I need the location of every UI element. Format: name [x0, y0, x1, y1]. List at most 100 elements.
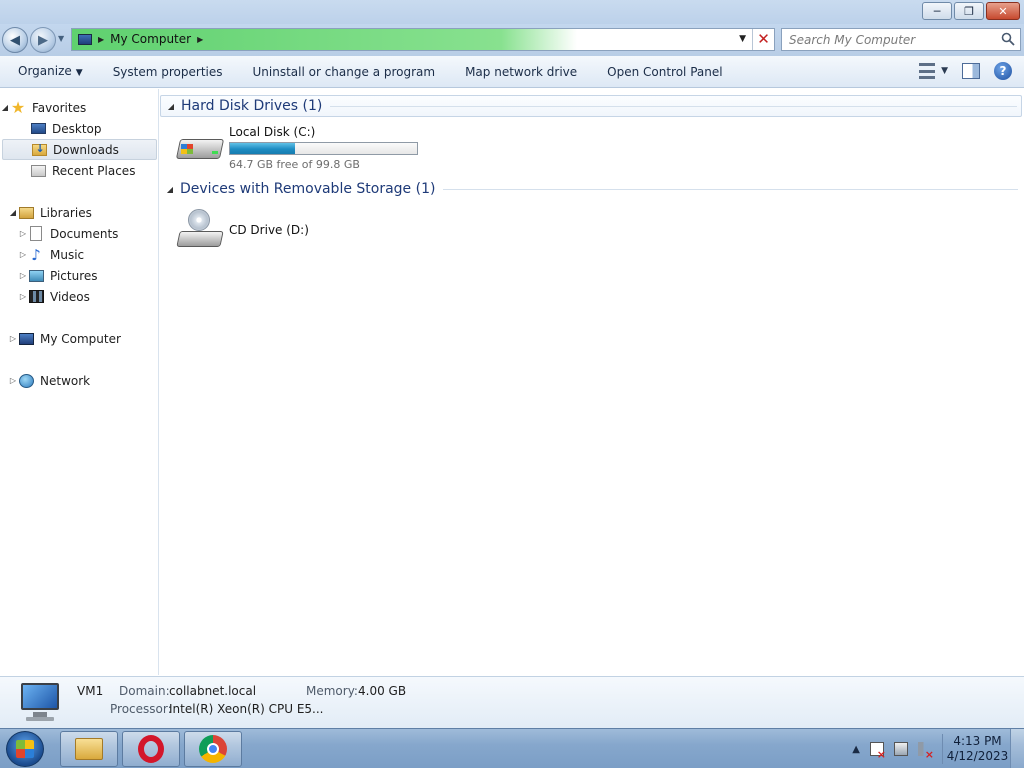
drive-name: Local Disk (C:) — [229, 125, 316, 139]
sidebar-item-my-computer[interactable]: ▷ My Computer — [0, 328, 157, 349]
search-input[interactable] — [782, 29, 992, 50]
system-tray: ▲ 4:13 PM 4/12/2023 — [852, 729, 1024, 768]
map-network-drive-button[interactable]: Map network drive — [450, 56, 592, 88]
expand-arrow-icon[interactable]: ◢ — [0, 103, 10, 112]
file-list: ◢ Hard Disk Drives (1) Local Disk (C:) 6… — [160, 89, 1024, 675]
back-arrow-icon: ◀ — [10, 32, 20, 48]
collapse-group-icon[interactable]: ◢ — [160, 185, 180, 194]
volume-muted-icon[interactable] — [918, 742, 934, 761]
sidebar-item-label: Libraries — [40, 205, 92, 220]
collapse-arrow-icon[interactable]: ▷ — [18, 229, 28, 238]
memory-value: 4.00 GB — [358, 684, 407, 698]
expand-arrow-icon[interactable]: ◢ — [8, 208, 18, 217]
taskbar-windows-explorer[interactable] — [60, 731, 118, 767]
hard-drive-icon — [175, 125, 225, 165]
address-bar[interactable]: ▶ My Computer ▶ ▼ ✕ — [71, 28, 775, 51]
sidebar-item-videos[interactable]: ▷ Videos — [0, 286, 157, 307]
group-header-hard-disk-drives[interactable]: ◢ Hard Disk Drives (1) — [160, 95, 1022, 117]
collapse-arrow-icon[interactable]: ▷ — [8, 376, 18, 385]
sidebar-item-recent-places[interactable]: Recent Places — [0, 160, 157, 181]
search-icon[interactable] — [1001, 32, 1015, 46]
taskbar: ▲ 4:13 PM 4/12/2023 — [0, 728, 1024, 768]
libraries-icon — [18, 205, 34, 221]
domain-label: Domain: — [119, 684, 170, 698]
show-hidden-icons-button[interactable]: ▲ — [852, 744, 860, 755]
chevron-down-icon: ▼ — [75, 67, 83, 78]
sidebar-item-label: Videos — [50, 289, 90, 304]
group-label: Devices with Removable Storage (1) — [180, 181, 436, 197]
collapse-arrow-icon[interactable]: ▷ — [18, 250, 28, 259]
opera-icon — [138, 735, 164, 763]
sidebar-item-label: Favorites — [32, 100, 87, 115]
chevron-down-icon: ▼ — [941, 66, 948, 76]
minimize-button[interactable]: ─ — [922, 2, 952, 20]
open-control-panel-button[interactable]: Open Control Panel — [592, 56, 737, 88]
clock-time: 4:13 PM — [953, 734, 1002, 748]
organize-label: Organize — [18, 63, 72, 78]
sidebar-item-label: Network — [40, 373, 91, 388]
close-button[interactable]: ✕ — [986, 2, 1020, 20]
group-header-removable-storage[interactable]: ◢ Devices with Removable Storage (1) — [160, 178, 1022, 200]
star-icon: ★ — [10, 97, 26, 117]
breadcrumb-my-computer[interactable]: My Computer — [110, 32, 191, 46]
forward-button[interactable]: ▶ — [30, 27, 56, 53]
computer-icon — [78, 33, 92, 45]
clock-date: 4/12/2023 — [946, 749, 1009, 763]
sidebar-item-downloads[interactable]: Downloads — [2, 139, 157, 160]
sidebar-item-label: Recent Places — [52, 163, 136, 178]
sidebar-item-network[interactable]: ▷ Network — [0, 370, 157, 391]
address-dropdown-icon[interactable]: ▼ — [739, 34, 746, 44]
start-button[interactable] — [6, 731, 44, 767]
change-view-button[interactable]: ▼ — [919, 63, 948, 79]
computer-name: VM1 — [77, 684, 104, 698]
drive-item-cd-drive-d[interactable]: CD Drive (D:) — [176, 209, 309, 249]
show-desktop-button[interactable] — [1010, 729, 1024, 768]
collapse-arrow-icon[interactable]: ▷ — [18, 292, 28, 301]
computer-monitor-icon — [18, 683, 62, 723]
action-center-icon[interactable] — [870, 742, 886, 761]
uninstall-program-button[interactable]: Uninstall or change a program — [238, 56, 451, 88]
sidebar-item-label: Downloads — [53, 142, 119, 157]
collapse-group-icon[interactable]: ◢ — [161, 102, 181, 111]
drive-info: CD Drive (D:) — [229, 209, 309, 237]
taskbar-chrome[interactable] — [184, 731, 242, 767]
organize-button[interactable]: Organize ▼ — [0, 55, 98, 89]
back-button[interactable]: ◀ — [2, 27, 28, 53]
clock[interactable]: 4:13 PM 4/12/2023 — [942, 734, 1010, 764]
desktop-icon — [30, 121, 46, 137]
folder-icon — [75, 738, 103, 760]
sidebar-item-desktop[interactable]: Desktop — [0, 118, 157, 139]
taskbar-opera[interactable] — [122, 731, 180, 767]
maximize-button[interactable]: ❐ — [954, 2, 984, 20]
view-controls: ▼ ? — [919, 62, 1012, 80]
sidebar-item-label: Documents — [50, 226, 119, 241]
breadcrumb-arrow-icon[interactable]: ▶ — [197, 35, 203, 44]
sidebar-item-documents[interactable]: ▷ Documents — [0, 223, 157, 244]
downloads-folder-icon — [31, 142, 47, 158]
drive-free-space: 64.7 GB free of 99.8 GB — [229, 158, 360, 171]
collapse-arrow-icon[interactable]: ▷ — [8, 334, 18, 343]
details-pane: VM1 Domain: collabnet.local Memory: 4.00… — [0, 676, 1024, 728]
network-tray-icon[interactable] — [894, 742, 908, 756]
documents-icon — [28, 226, 44, 242]
help-icon[interactable]: ? — [994, 62, 1012, 80]
preview-pane-icon[interactable] — [962, 63, 980, 79]
search-box[interactable] — [781, 28, 1021, 51]
drive-info: Local Disk (C:) 64.7 GB free of 99.8 GB — [229, 125, 418, 171]
breadcrumb-arrow-icon[interactable]: ▶ — [98, 35, 104, 44]
sidebar-item-pictures[interactable]: ▷ Pictures — [0, 265, 157, 286]
memory-label: Memory: — [306, 684, 358, 698]
processor-label: Processor: — [110, 702, 172, 716]
sidebar-item-music[interactable]: ▷ ♪ Music — [0, 244, 157, 265]
cd-drive-icon — [176, 209, 224, 249]
sidebar-item-favorites[interactable]: ◢ ★ Favorites — [0, 97, 157, 118]
recent-places-icon — [30, 163, 46, 179]
collapse-arrow-icon[interactable]: ▷ — [18, 271, 28, 280]
recent-pages-dropdown[interactable]: ▼ — [58, 34, 64, 43]
forward-arrow-icon: ▶ — [38, 32, 48, 48]
system-properties-button[interactable]: System properties — [98, 56, 238, 88]
drive-item-local-disk-c[interactable]: Local Disk (C:) 64.7 GB free of 99.8 GB — [175, 125, 418, 171]
sidebar-item-libraries[interactable]: ◢ Libraries — [0, 202, 157, 223]
breadcrumb: ▶ My Computer ▶ — [78, 32, 203, 46]
stop-loading-icon[interactable]: ✕ — [752, 29, 774, 50]
